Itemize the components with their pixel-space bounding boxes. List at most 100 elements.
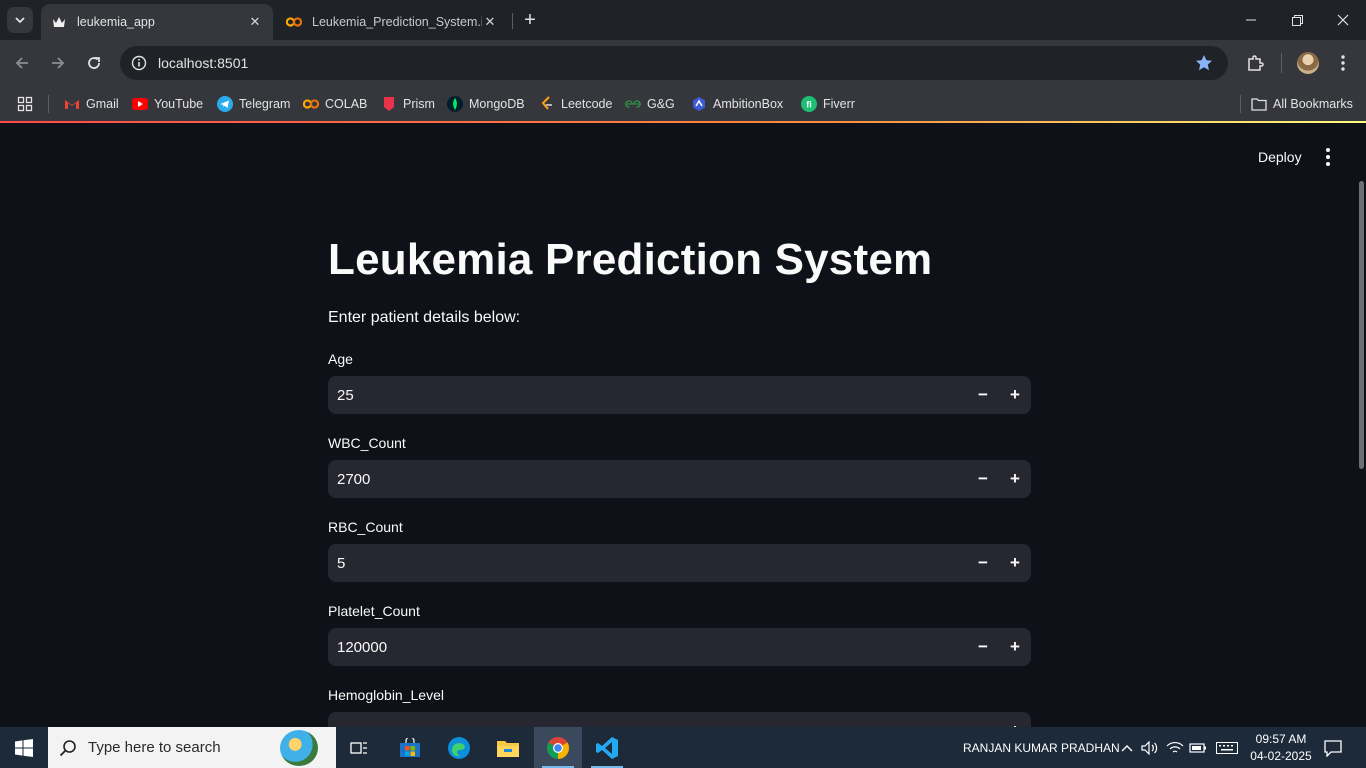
bookmark-prism[interactable]: Prism [381, 92, 435, 116]
bookmark-leetcode[interactable]: Leetcode [539, 92, 612, 116]
bookmarks-bar: Gmail YouTube Telegram COLAB Prism Mongo… [0, 86, 1366, 122]
arrow-left-icon [15, 57, 28, 69]
bookmark-label: MongoDB [469, 97, 525, 111]
restore-icon [1291, 14, 1303, 26]
wbc-count-number-input: 2700 − + [328, 460, 1031, 498]
close-icon [1337, 14, 1349, 26]
forward-button[interactable] [44, 49, 72, 77]
back-button[interactable] [8, 49, 36, 77]
notification-center-button[interactable] [1322, 737, 1344, 759]
profile-avatar[interactable] [1297, 52, 1319, 74]
minimize-window-button[interactable] [1228, 0, 1274, 40]
taskbar-microsoft-store[interactable] [386, 727, 434, 768]
bookmark-gfg[interactable]: G&G [625, 92, 675, 116]
taskbar-chrome[interactable] [534, 727, 582, 768]
all-bookmarks-button[interactable]: All Bookmarks [1251, 92, 1353, 116]
taskbar-search-box[interactable]: Type here to search [48, 727, 336, 768]
rbc-count-input[interactable]: 5 [328, 555, 967, 572]
bookmark-star-icon[interactable] [1194, 53, 1214, 73]
search-icon [48, 739, 88, 757]
folder-icon [1251, 96, 1267, 112]
all-bookmarks-label: All Bookmarks [1273, 97, 1353, 111]
deploy-button[interactable]: Deploy [1250, 144, 1310, 170]
bookmark-gmail[interactable]: Gmail [64, 92, 119, 116]
apps-grid-icon [17, 96, 33, 112]
task-view-button[interactable] [336, 727, 384, 768]
close-icon[interactable]: ✕ [247, 14, 263, 30]
hemoglobin-level-number-input: − + [328, 712, 1031, 727]
wifi-icon[interactable] [1166, 739, 1184, 757]
close-icon[interactable]: ✕ [482, 14, 498, 30]
platelet-count-input[interactable]: 120000 [328, 639, 967, 656]
bookmark-ambitionbox[interactable]: AmbitionBox [691, 92, 783, 116]
url-text: localhost:8501 [158, 55, 249, 71]
tab-title: Leukemia_Prediction_System.ipynb [312, 15, 482, 29]
system-clock[interactable]: 09:57 AM 04-02-2025 [1239, 731, 1323, 765]
gfg-icon [625, 96, 641, 112]
chevron-up-icon[interactable] [1118, 739, 1136, 757]
bookmark-label: Telegram [239, 97, 291, 111]
prism-icon [381, 96, 397, 112]
bookmark-mongodb[interactable]: MongoDB [447, 92, 525, 116]
age-number-input: 25 − + [328, 376, 1031, 414]
search-highlight-icon[interactable] [280, 730, 318, 766]
battery-icon[interactable] [1189, 739, 1207, 757]
platelet-count-decrement-button[interactable]: − [967, 628, 999, 666]
bookmarks-divider [1240, 95, 1241, 113]
task-view-icon [350, 741, 367, 754]
tab-leukemia-app[interactable]: leukemia_app ✕ [41, 4, 273, 40]
account-name[interactable]: RANJAN KUMAR PRADHAN [963, 727, 1120, 768]
bookmark-youtube[interactable]: YouTube [132, 92, 203, 116]
platelet-count-label: Platelet_Count [328, 603, 420, 619]
extensions-icon[interactable] [1243, 51, 1267, 75]
taskbar-vscode[interactable] [583, 727, 631, 768]
rbc-count-decrement-button[interactable]: − [967, 544, 999, 582]
bookmark-label: Gmail [86, 97, 119, 111]
platelet-count-increment-button[interactable]: + [999, 628, 1031, 666]
restore-window-button[interactable] [1274, 0, 1320, 40]
menu-dot [1326, 155, 1330, 159]
taskbar-file-explorer[interactable] [484, 727, 532, 768]
wbc-count-input[interactable]: 2700 [328, 471, 967, 488]
site-info-icon[interactable] [122, 46, 156, 80]
bookmark-fiverr[interactable]: fi Fiverr [801, 92, 855, 116]
page-scrollbar[interactable] [1359, 181, 1364, 469]
mongodb-icon [447, 96, 463, 112]
bookmark-telegram[interactable]: Telegram [217, 92, 290, 116]
more-vertical-icon [1341, 55, 1345, 71]
reload-button[interactable] [80, 49, 108, 77]
gmail-icon [64, 96, 80, 112]
vscode-icon [596, 736, 618, 759]
bookmark-label: Fiverr [823, 97, 855, 111]
rbc-count-increment-button[interactable]: + [999, 544, 1031, 582]
menu-dot [1326, 162, 1330, 166]
tab-search-button[interactable] [7, 7, 33, 33]
svg-text:fi: fi [806, 100, 812, 110]
apps-button[interactable] [17, 92, 33, 116]
app-menu-button[interactable] [1316, 145, 1340, 169]
bookmark-label: G&G [647, 97, 675, 111]
colab-icon [303, 96, 319, 112]
bookmark-colab[interactable]: COLAB [303, 92, 367, 116]
wbc-count-decrement-button[interactable]: − [967, 460, 999, 498]
start-button[interactable] [0, 727, 48, 768]
wbc-count-increment-button[interactable]: + [999, 460, 1031, 498]
bookmark-label: AmbitionBox [713, 97, 784, 111]
volume-icon[interactable] [1141, 739, 1159, 757]
minimize-icon [1246, 19, 1256, 21]
search-placeholder: Type here to search [88, 739, 221, 756]
chrome-menu-button[interactable] [1331, 51, 1355, 75]
close-window-button[interactable] [1320, 0, 1366, 40]
age-input[interactable]: 25 [328, 387, 967, 404]
tab-colab-notebook[interactable]: Leukemia_Prediction_System.ipynb ✕ [276, 4, 508, 40]
address-bar[interactable]: localhost:8501 [120, 46, 1228, 80]
new-tab-button[interactable]: + [518, 8, 542, 32]
reload-icon [88, 57, 100, 69]
age-decrement-button[interactable]: − [967, 376, 999, 414]
taskbar-edge[interactable] [435, 727, 483, 768]
keyboard-icon[interactable] [1215, 739, 1239, 757]
age-increment-button[interactable]: + [999, 376, 1031, 414]
hemoglobin-level-decrement-button[interactable]: − [967, 712, 999, 727]
streamlit-crown-icon [51, 14, 67, 30]
hemoglobin-level-increment-button[interactable]: + [999, 712, 1031, 727]
